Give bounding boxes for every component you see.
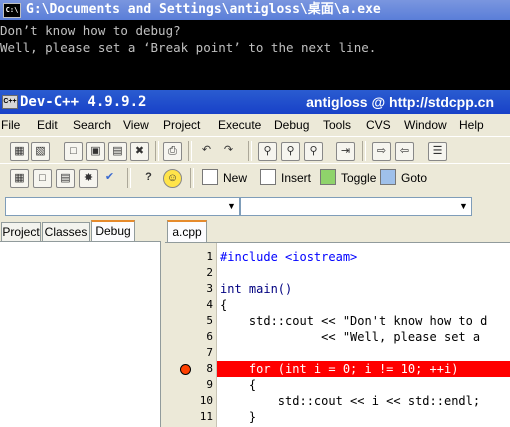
- console-window: C:\ G:\Documents and Settings\antigloss\…: [0, 0, 510, 90]
- compile-run-icon[interactable]: ▤: [56, 169, 75, 188]
- code-line: }: [220, 410, 257, 424]
- console-line: Well, please set a ‘Break point’ to the …: [0, 40, 377, 55]
- class-member-combos: ▼ ▼: [0, 191, 510, 219]
- code-line: std::cout << "Don't know how to d: [220, 314, 488, 328]
- code-line-breakpoint: for (int i = 0; i != 10; ++i): [220, 362, 459, 376]
- devcpp-title-tagline: antigloss @ http://stdcpp.cn: [306, 94, 494, 110]
- bookmark-icon[interactable]: ☰: [428, 142, 447, 161]
- class-browser-icon[interactable]: ▧: [31, 142, 50, 161]
- redo-icon[interactable]: ↷: [220, 142, 237, 159]
- code-line: std::cout << i << std::endl;: [220, 394, 481, 408]
- toggle-icon: [320, 169, 336, 185]
- left-panel-tabs: Project Classes Debug: [0, 219, 160, 243]
- toolbar-separator: [155, 141, 159, 161]
- breakpoint-icon[interactable]: [180, 364, 191, 375]
- line-number: 1: [206, 250, 213, 263]
- replace-icon[interactable]: ⚲: [281, 142, 300, 161]
- menu-project[interactable]: Project: [163, 118, 200, 132]
- find-icon[interactable]: ⚲: [258, 142, 277, 161]
- goto-button[interactable]: Goto: [380, 168, 427, 188]
- save-icon[interactable]: ▣: [86, 142, 105, 161]
- devcpp-titlebar[interactable]: C++ Dev-C++ 4.9.9.2 antigloss @ http://s…: [0, 90, 510, 114]
- goto-icon: [380, 169, 396, 185]
- debug-check-icon[interactable]: ✔: [101, 169, 118, 186]
- tab-classes[interactable]: Classes: [42, 222, 90, 241]
- new-button[interactable]: New: [202, 168, 247, 188]
- tab-debug[interactable]: Debug: [91, 220, 135, 243]
- unindent-icon[interactable]: ⇦: [395, 142, 414, 161]
- menu-cvs[interactable]: CVS: [366, 118, 391, 132]
- menu-debug[interactable]: Debug: [274, 118, 309, 132]
- toolbar-separator: [127, 168, 131, 188]
- indent-icon[interactable]: ⇨: [372, 142, 391, 161]
- console-title: G:\Documents and Settings\antigloss\桌面\a…: [26, 2, 381, 17]
- insert-label: Insert: [281, 171, 312, 185]
- new-label: New: [223, 171, 248, 185]
- menu-bar: File Edit Search View Project Execute De…: [0, 114, 510, 136]
- toggle-label: Toggle: [341, 171, 377, 185]
- code-line: #include <iostream>: [220, 250, 358, 264]
- dropdown-arrow-icon[interactable]: ▼: [224, 198, 239, 215]
- editor-tabs: a.cpp: [165, 219, 510, 243]
- help-icon[interactable]: ?: [140, 169, 157, 186]
- menu-search[interactable]: Search: [73, 118, 111, 132]
- tab-a-cpp[interactable]: a.cpp: [167, 220, 207, 243]
- console-line: Don’t know how to debug?: [0, 23, 181, 38]
- about-icon[interactable]: ☺: [163, 169, 182, 188]
- dropdown-arrow-icon[interactable]: ▼: [456, 198, 471, 215]
- tab-project[interactable]: Project: [1, 222, 41, 241]
- line-number: 11: [199, 410, 213, 423]
- toggle-button[interactable]: Toggle: [320, 168, 376, 188]
- toolbar-separator: [190, 168, 194, 188]
- console-output: Don’t know how to debug? Well, please set…: [0, 22, 510, 56]
- console-titlebar[interactable]: C:\ G:\Documents and Settings\antigloss\…: [0, 0, 510, 20]
- close-file-icon[interactable]: ✖: [130, 142, 149, 161]
- line-number: 5: [206, 314, 213, 327]
- toolbar-separator: [362, 141, 366, 161]
- menu-window[interactable]: Window: [404, 118, 447, 132]
- rebuild-icon[interactable]: ✸: [79, 169, 98, 188]
- line-number: 7: [206, 346, 213, 359]
- code-line: {: [220, 298, 228, 312]
- compile-icon[interactable]: ▦: [10, 169, 29, 188]
- toolbar-separator: [248, 141, 252, 161]
- menu-edit[interactable]: Edit: [37, 118, 58, 132]
- print-icon[interactable]: ⎙: [163, 142, 182, 161]
- new-file-icon[interactable]: □: [64, 142, 83, 161]
- secondary-toolbar: ▦ □ ▤ ✸ ✔ ? ☺ New Insert Toggle Goto: [0, 163, 510, 193]
- devcpp-title: Dev-C++ 4.9.9.2: [20, 94, 147, 110]
- run-icon[interactable]: □: [33, 169, 52, 188]
- line-number: 6: [206, 330, 213, 343]
- debug-panel: [0, 241, 161, 427]
- console-app-icon: C:\: [3, 3, 21, 18]
- open-project-icon[interactable]: ▦: [10, 142, 29, 161]
- member-combo[interactable]: ▼: [240, 197, 472, 216]
- code-line: << "Well, please set a: [220, 330, 481, 344]
- menu-view[interactable]: View: [123, 118, 149, 132]
- menu-file[interactable]: File: [1, 118, 20, 132]
- code-editor[interactable]: 1 2 3 4 5 6 7 8 9 10 11 #include <iostre…: [165, 242, 510, 427]
- line-number: 9: [206, 378, 213, 391]
- insert-icon: [260, 169, 276, 185]
- insert-button[interactable]: Insert: [260, 168, 311, 188]
- line-number: 4: [206, 298, 213, 311]
- goto-label: Goto: [401, 171, 428, 185]
- new-icon: [202, 169, 218, 185]
- menu-tools[interactable]: Tools: [323, 118, 351, 132]
- toolbar-separator: [188, 141, 192, 161]
- find-next-icon[interactable]: ⚲: [304, 142, 323, 161]
- save-all-icon[interactable]: ▤: [108, 142, 127, 161]
- line-number: 2: [206, 266, 213, 279]
- line-number: 3: [206, 282, 213, 295]
- line-gutter[interactable]: 1 2 3 4 5 6 7 8 9 10 11: [165, 243, 217, 427]
- menu-execute[interactable]: Execute: [218, 118, 261, 132]
- line-number: 10: [199, 394, 213, 407]
- code-line: int main(): [220, 282, 293, 296]
- goto-line-icon[interactable]: ⇥: [336, 142, 355, 161]
- devcpp-app-icon: C++: [2, 95, 18, 109]
- menu-help[interactable]: Help: [459, 118, 484, 132]
- undo-icon[interactable]: ↶: [198, 142, 215, 159]
- class-combo[interactable]: ▼: [5, 197, 240, 216]
- code-line: {: [220, 378, 257, 392]
